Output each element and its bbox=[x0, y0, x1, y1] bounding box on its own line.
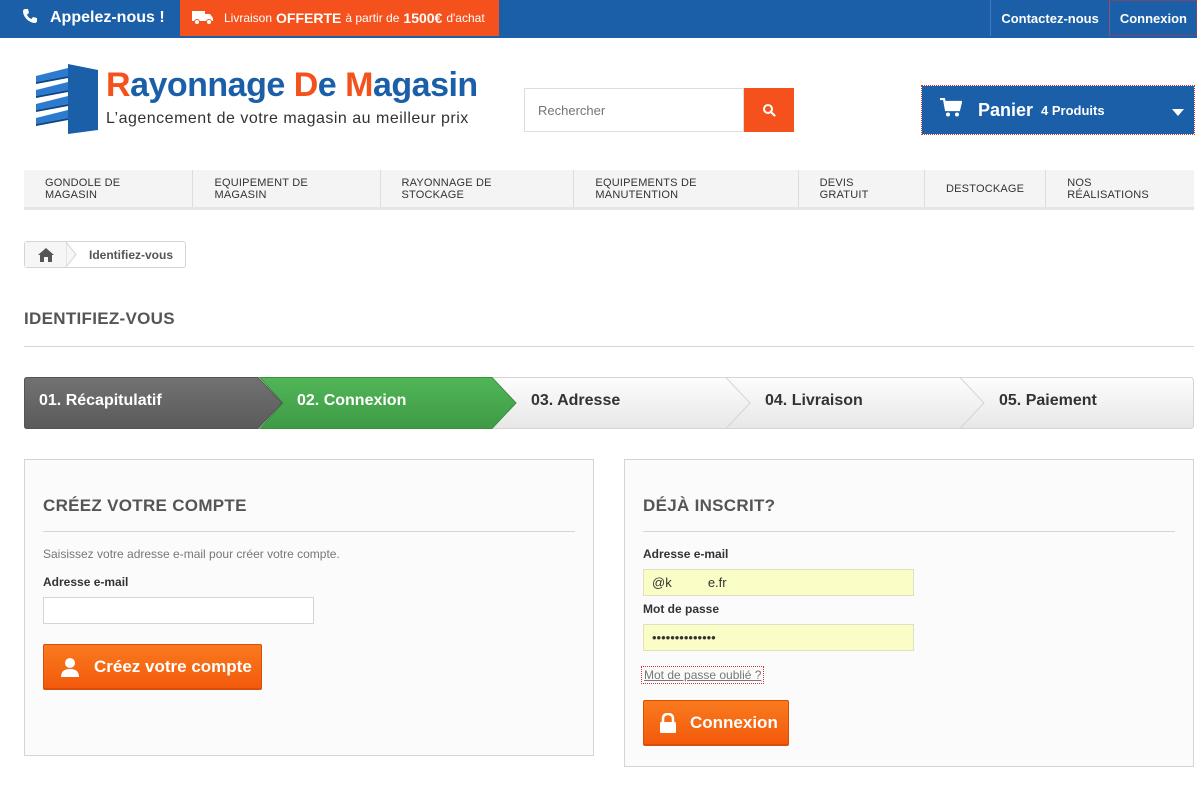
cart-label: Panier bbox=[978, 99, 1034, 120]
site-logo[interactable]: Rayonnage De Magasin L’agencement de vot… bbox=[34, 64, 494, 136]
login-title: DÉJÀ INSCRIT? bbox=[643, 496, 776, 515]
top-bar: Appelez-nous ! Livraison OFFERTE à parti… bbox=[0, 0, 1197, 38]
menu-item-devis[interactable]: DEVIS GRATUIT bbox=[799, 170, 925, 207]
title-divider bbox=[24, 346, 1194, 347]
login-link[interactable]: Connexion bbox=[1108, 0, 1197, 36]
forgot-password-link[interactable]: Mot de passe oublié ? bbox=[640, 666, 765, 684]
promo-text-post: d'achat bbox=[446, 11, 485, 25]
step-livraison: 04. Livraison bbox=[765, 392, 863, 409]
search-input[interactable] bbox=[524, 88, 744, 132]
login-email-input[interactable] bbox=[643, 569, 914, 596]
promo-text-offered: OFFERTE bbox=[276, 10, 342, 26]
contact-link[interactable]: Contactez-nous bbox=[990, 0, 1109, 36]
breadcrumb-separator bbox=[66, 242, 77, 267]
breadcrumb: Identifiez-vous bbox=[24, 241, 187, 268]
step-paiement: 05. Paiement bbox=[999, 392, 1097, 409]
password-input[interactable] bbox=[643, 624, 914, 651]
free-delivery-banner: Livraison OFFERTE à partir de 1500€ d'ac… bbox=[180, 0, 499, 36]
create-email-label: Adresse e-mail bbox=[43, 575, 129, 589]
phone-icon bbox=[22, 8, 38, 29]
search-icon bbox=[763, 104, 776, 117]
menu-item-gondole[interactable]: GONDOLE DE MAGASIN bbox=[24, 170, 194, 207]
shelf-logo-icon bbox=[36, 64, 98, 134]
page-title: IDENTIFIEZ-VOUS bbox=[24, 309, 175, 328]
search-form bbox=[524, 88, 794, 132]
promo-text-pre: Livraison bbox=[224, 11, 273, 25]
login-panel: DÉJÀ INSCRIT? Adresse e-mail Mot de pass… bbox=[624, 459, 1194, 767]
menu-item-manutention[interactable]: EQUIPEMENTS DE MANUTENTION bbox=[574, 170, 799, 207]
menu-item-equipement[interactable]: EQUIPEMENT DE MAGASIN bbox=[193, 170, 381, 207]
call-us[interactable]: Appelez-nous ! bbox=[22, 0, 165, 36]
top-links: Contactez-nous Connexion bbox=[990, 0, 1197, 36]
panel-divider bbox=[643, 531, 1175, 532]
login-email-label: Adresse e-mail bbox=[643, 547, 729, 561]
password-label: Mot de passe bbox=[643, 602, 720, 616]
menu-item-destockage[interactable]: DESTOCKAGE bbox=[925, 170, 1047, 207]
create-account-title: CRÉEZ VOTRE COMPTE bbox=[43, 496, 247, 515]
logo-name: Rayonnage De Magasin bbox=[106, 66, 478, 104]
checkout-steps: 01. Récapitulatif 02. Connexion 03. Adre… bbox=[24, 377, 1194, 429]
user-icon bbox=[60, 657, 80, 677]
lock-icon bbox=[660, 712, 676, 733]
create-email-input[interactable] bbox=[43, 597, 314, 624]
home-icon bbox=[37, 247, 54, 262]
menu-item-realisations[interactable]: NOS RÉALISATIONS bbox=[1046, 170, 1194, 207]
truck-icon bbox=[192, 9, 214, 28]
cart-count: 4 Produits bbox=[1041, 102, 1105, 118]
main-menu: GONDOLE DE MAGASIN EQUIPEMENT DE MAGASIN… bbox=[24, 170, 1194, 210]
step-recapitulatif[interactable]: 01. Récapitulatif bbox=[39, 392, 162, 410]
create-account-panel: CRÉEZ VOTRE COMPTE Saisissez votre adres… bbox=[24, 459, 594, 756]
search-button[interactable] bbox=[744, 88, 794, 132]
chevron-down-icon[interactable] bbox=[1172, 104, 1184, 122]
shopping-cart-icon bbox=[940, 97, 963, 123]
login-button-label: Connexion bbox=[690, 712, 778, 732]
promo-text-amount: 1500€ bbox=[403, 10, 443, 26]
step-adresse: 03. Adresse bbox=[531, 392, 621, 409]
create-account-button[interactable]: Créez votre compte bbox=[43, 644, 262, 690]
logo-tagline: L’agencement de votre magasin au meilleu… bbox=[106, 110, 469, 127]
create-account-button-label: Créez votre compte bbox=[94, 656, 252, 676]
cart-button[interactable]: Panier 4 Produits bbox=[921, 85, 1195, 135]
step-connexion: 02. Connexion bbox=[297, 392, 407, 409]
breadcrumb-current: Identifiez-vous bbox=[89, 247, 174, 262]
breadcrumb-home[interactable] bbox=[25, 242, 67, 267]
login-button[interactable]: Connexion bbox=[643, 700, 789, 746]
create-account-description: Saisissez votre adresse e-mail pour crée… bbox=[43, 547, 340, 561]
promo-text-mid: à partir de bbox=[345, 11, 400, 25]
call-us-label: Appelez-nous ! bbox=[50, 9, 165, 26]
menu-item-rayonnage[interactable]: RAYONNAGE DE STOCKAGE bbox=[381, 170, 575, 207]
panel-divider bbox=[43, 531, 575, 532]
